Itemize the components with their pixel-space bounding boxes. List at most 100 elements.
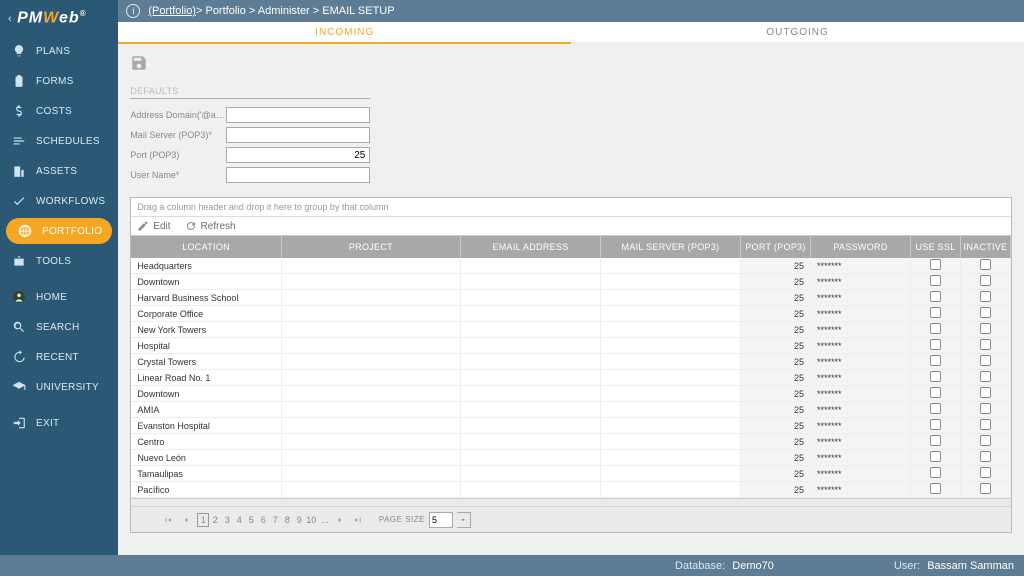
pager-page-4[interactable]: 4 — [233, 513, 245, 527]
pager-prev-button[interactable] — [179, 513, 193, 527]
column-header[interactable]: PORT (POP3) — [741, 236, 811, 258]
table-row[interactable]: Nuevo León25******* — [131, 450, 1010, 466]
table-row[interactable]: New York Towers25******* — [131, 322, 1010, 338]
use-ssl-checkbox[interactable] — [930, 259, 941, 270]
pager-page-2[interactable]: 2 — [209, 513, 221, 527]
table-row[interactable]: AMIA25******* — [131, 402, 1010, 418]
sidebar-item-forms[interactable]: FORMS — [0, 66, 118, 96]
pager: 12345678910 ... PAGE SIZE — [131, 506, 1011, 532]
pager-page-6[interactable]: 6 — [257, 513, 269, 527]
pager-first-button[interactable] — [161, 513, 175, 527]
table-row[interactable]: Centro25******* — [131, 434, 1010, 450]
table-row[interactable]: Crystal Towers25******* — [131, 354, 1010, 370]
sidebar-item-schedules[interactable]: SCHEDULES — [0, 126, 118, 156]
inactive-checkbox[interactable] — [980, 467, 991, 478]
column-header[interactable]: USE SSL — [911, 236, 961, 258]
use-ssl-checkbox[interactable] — [930, 339, 941, 350]
inactive-checkbox[interactable] — [980, 323, 991, 334]
page-size-input[interactable] — [429, 512, 453, 528]
pager-page-3[interactable]: 3 — [221, 513, 233, 527]
info-icon[interactable]: i — [126, 4, 140, 18]
tab-incoming[interactable]: INCOMING — [118, 22, 571, 42]
grid-group-hint[interactable]: Drag a column header and drop it here to… — [131, 198, 1011, 217]
pager-page-7[interactable]: 7 — [269, 513, 281, 527]
inactive-checkbox[interactable] — [980, 403, 991, 414]
save-button[interactable] — [130, 54, 152, 76]
table-row[interactable]: Tamaulipas25******* — [131, 466, 1010, 482]
inactive-checkbox[interactable] — [980, 387, 991, 398]
column-header[interactable]: INACTIVE — [961, 236, 1011, 258]
column-header[interactable]: LOCATION — [131, 236, 281, 258]
refresh-icon — [185, 220, 197, 232]
table-row[interactable]: Pacífico25******* — [131, 482, 1010, 498]
tab-outgoing[interactable]: OUTGOING — [571, 22, 1024, 42]
sidebar-item-workflows[interactable]: WORKFLOWS — [0, 186, 118, 216]
column-header[interactable]: PROJECT — [281, 236, 460, 258]
sidebar-item-tools[interactable]: TOOLS — [0, 246, 118, 276]
use-ssl-checkbox[interactable] — [930, 307, 941, 318]
use-ssl-checkbox[interactable] — [930, 355, 941, 366]
sidebar-item-home[interactable]: HOME — [0, 282, 118, 312]
pager-page-5[interactable]: 5 — [245, 513, 257, 527]
inactive-checkbox[interactable] — [980, 483, 991, 494]
use-ssl-checkbox[interactable] — [930, 275, 941, 286]
use-ssl-checkbox[interactable] — [930, 419, 941, 430]
pager-page-9[interactable]: 9 — [293, 513, 305, 527]
sidebar-item-assets[interactable]: ASSETS — [0, 156, 118, 186]
page-size-dropdown[interactable] — [457, 512, 471, 528]
column-header[interactable]: EMAIL ADDRESS — [461, 236, 601, 258]
port-input[interactable] — [226, 147, 370, 163]
pager-next-button[interactable] — [333, 513, 347, 527]
address-domain-input[interactable] — [226, 107, 370, 123]
mail-server-input[interactable] — [226, 127, 370, 143]
inactive-checkbox[interactable] — [980, 451, 991, 462]
table-row[interactable]: Hospital25******* — [131, 338, 1010, 354]
sidebar-item-costs[interactable]: COSTS — [0, 96, 118, 126]
inactive-checkbox[interactable] — [980, 339, 991, 350]
table-row[interactable]: Downtown25******* — [131, 274, 1010, 290]
table-row[interactable]: Linear Road No. 125******* — [131, 370, 1010, 386]
chevron-left-icon[interactable]: ‹ — [8, 13, 12, 25]
last-page-icon — [353, 515, 363, 525]
use-ssl-checkbox[interactable] — [930, 467, 941, 478]
sidebar-item-search[interactable]: SEARCH — [0, 312, 118, 342]
edit-button[interactable]: Edit — [137, 220, 170, 232]
use-ssl-checkbox[interactable] — [930, 435, 941, 446]
edit-label: Edit — [153, 221, 170, 232]
inactive-checkbox[interactable] — [980, 275, 991, 286]
pager-page-8[interactable]: 8 — [281, 513, 293, 527]
inactive-checkbox[interactable] — [980, 355, 991, 366]
breadcrumb-root-link[interactable]: (Portfolio) — [148, 5, 196, 17]
use-ssl-checkbox[interactable] — [930, 291, 941, 302]
inactive-checkbox[interactable] — [980, 307, 991, 318]
sidebar-item-exit[interactable]: EXIT — [0, 408, 118, 438]
use-ssl-checkbox[interactable] — [930, 403, 941, 414]
use-ssl-checkbox[interactable] — [930, 451, 941, 462]
table-row[interactable]: Downtown25******* — [131, 386, 1010, 402]
use-ssl-checkbox[interactable] — [930, 371, 941, 382]
inactive-checkbox[interactable] — [980, 259, 991, 270]
refresh-button[interactable]: Refresh — [185, 220, 236, 232]
inactive-checkbox[interactable] — [980, 291, 991, 302]
sidebar-item-plans[interactable]: PLANS — [0, 36, 118, 66]
username-input[interactable] — [226, 167, 370, 183]
inactive-checkbox[interactable] — [980, 371, 991, 382]
use-ssl-checkbox[interactable] — [930, 323, 941, 334]
grid: Drag a column header and drop it here to… — [130, 197, 1012, 533]
pager-page-1[interactable]: 1 — [197, 513, 209, 527]
sidebar-item-university[interactable]: UNIVERSITY — [0, 372, 118, 402]
pager-last-button[interactable] — [351, 513, 365, 527]
sidebar-item-portfolio[interactable]: PORTFOLIO — [6, 218, 112, 244]
pager-page-10[interactable]: 10 — [305, 513, 317, 527]
column-header[interactable]: PASSWORD — [811, 236, 911, 258]
table-row[interactable]: Headquarters25******* — [131, 258, 1010, 274]
column-header[interactable]: MAIL SERVER (POP3) — [601, 236, 741, 258]
inactive-checkbox[interactable] — [980, 419, 991, 430]
inactive-checkbox[interactable] — [980, 435, 991, 446]
use-ssl-checkbox[interactable] — [930, 483, 941, 494]
table-row[interactable]: Corporate Office25******* — [131, 306, 1010, 322]
use-ssl-checkbox[interactable] — [930, 387, 941, 398]
table-row[interactable]: Harvard Business School25******* — [131, 290, 1010, 306]
sidebar-item-recent[interactable]: RECENT — [0, 342, 118, 372]
table-row[interactable]: Evanston Hospital25******* — [131, 418, 1010, 434]
